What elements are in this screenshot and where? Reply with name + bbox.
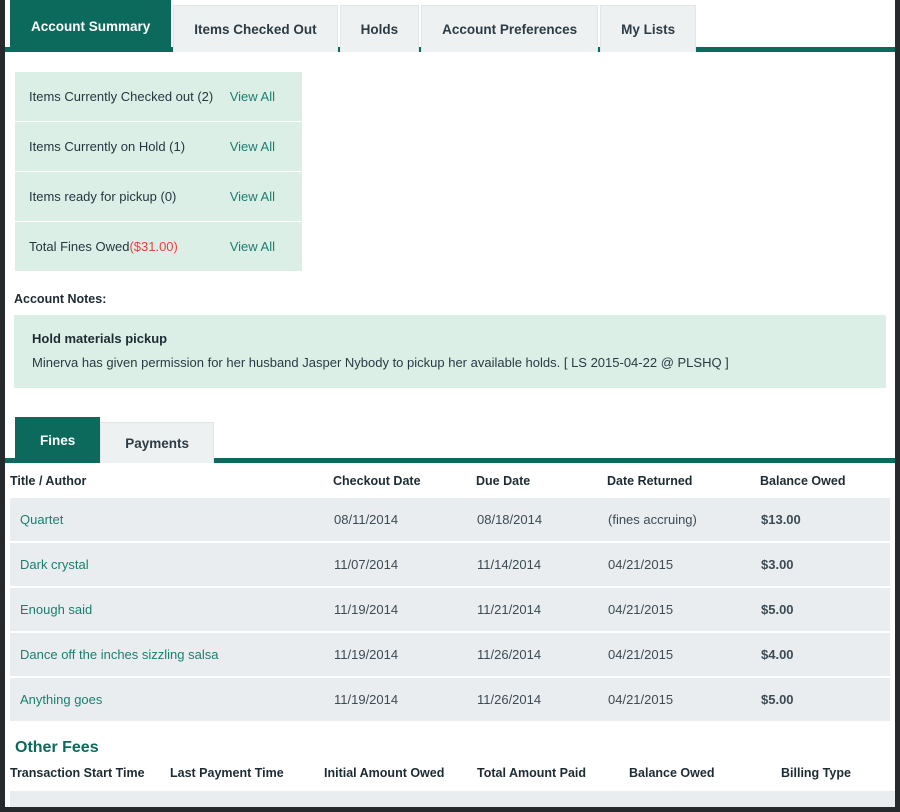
fine-checkout-date: 08/11/2014 xyxy=(333,498,476,543)
fee-balance-owed: $1.00 xyxy=(629,791,781,807)
fine-title-link[interactable]: Quartet xyxy=(20,512,63,527)
fine-due-date: 11/14/2014 xyxy=(476,542,607,588)
fines-header-date-returned: Date Returned xyxy=(607,463,760,498)
summary-row-on-hold: Items Currently on Hold (1) View All xyxy=(15,122,302,171)
fines-sub-tab-strip: Fines Payments xyxy=(5,417,895,463)
subtab-label: Fines xyxy=(40,433,76,448)
table-row: Anything goes 11/19/2014 11/26/2014 04/2… xyxy=(10,677,890,723)
account-summary-panel: Items Currently Checked out (2) View All… xyxy=(15,72,302,271)
subtab-payments[interactable]: Payments xyxy=(100,422,215,463)
fine-due-date: 11/26/2014 xyxy=(476,632,607,678)
fine-date-returned: 04/21/2015 xyxy=(607,587,760,633)
fee-initial-amount-owed: $1.00 xyxy=(324,791,477,807)
fine-title-link[interactable]: Dance off the inches sizzling salsa xyxy=(20,647,218,662)
fees-header-initial-amount-owed: Initial Amount Owed xyxy=(324,766,445,780)
view-all-fines-link[interactable]: View All xyxy=(230,239,275,254)
fines-table-header-row: Title / Author Checkout Date Due Date Da… xyxy=(10,463,890,498)
table-row: Dark crystal 11/07/2014 11/14/2014 04/21… xyxy=(10,542,890,588)
account-notes-box: Hold materials pickup Minerva has given … xyxy=(14,315,886,388)
fee-total-amount-paid: $0.00 xyxy=(477,791,629,807)
table-row: 04/24/2015 $1.00 $0.00 $1.00 Bookdrop Fe… xyxy=(10,791,895,807)
fee-billing-type: Bookdrop Fee xyxy=(781,791,895,807)
fee-last-payment-time xyxy=(170,791,324,807)
summary-row-ready-for-pickup: Items ready for pickup (0) View All xyxy=(15,172,302,221)
fines-header-due-date: Due Date xyxy=(476,463,607,498)
summary-label: Items Currently on Hold (1) xyxy=(29,139,186,154)
total-fines-amount: ($31.00) xyxy=(129,239,178,254)
table-row: Enough said 11/19/2014 11/21/2014 04/21/… xyxy=(10,587,890,633)
fine-date-returned: 04/21/2015 xyxy=(607,632,760,678)
fees-header-transaction-start-time: Transaction Start Time xyxy=(10,766,145,780)
summary-row-total-fines-owed: Total Fines Owed ($31.00) View All xyxy=(15,222,302,271)
tab-my-lists[interactable]: My Lists xyxy=(600,5,697,52)
fines-header-balance-owed: Balance Owed xyxy=(760,463,890,498)
other-fees-heading: Other Fees xyxy=(15,739,99,756)
fine-balance-owed: $13.00 xyxy=(760,498,890,543)
account-summary-page: Account Summary Items Checked Out Holds … xyxy=(0,0,900,812)
tab-holds[interactable]: Holds xyxy=(339,5,420,52)
fine-checkout-date: 11/19/2014 xyxy=(333,677,476,723)
fine-title-link[interactable]: Anything goes xyxy=(20,692,102,707)
main-tab-strip: Account Summary Items Checked Out Holds … xyxy=(5,0,895,52)
fine-date-returned: 04/21/2015 xyxy=(607,542,760,588)
fine-title-link[interactable]: Enough said xyxy=(20,602,92,617)
view-all-checked-out-link[interactable]: View All xyxy=(230,89,275,104)
tab-account-summary[interactable]: Account Summary xyxy=(10,0,172,52)
fine-due-date: 11/21/2014 xyxy=(476,587,607,633)
fine-date-returned: (fines accruing) xyxy=(607,498,760,543)
tab-label: My Lists xyxy=(621,21,676,37)
subtab-label: Payments xyxy=(125,435,190,451)
tab-label: Items Checked Out xyxy=(194,21,317,37)
other-fees-table: Transaction Start Time Last Payment Time… xyxy=(10,764,895,807)
fine-date-returned: 04/21/2015 xyxy=(607,677,760,723)
fine-checkout-date: 11/19/2014 xyxy=(333,587,476,633)
account-note-title: Hold materials pickup xyxy=(32,331,168,346)
fine-title-link[interactable]: Dark crystal xyxy=(20,557,89,572)
fine-balance-owed: $4.00 xyxy=(760,632,890,678)
fine-checkout-date: 11/19/2014 xyxy=(333,632,476,678)
view-all-on-hold-link[interactable]: View All xyxy=(230,139,275,154)
summary-label: Items ready for pickup (0) xyxy=(29,189,177,204)
fine-checkout-date: 11/07/2014 xyxy=(333,542,476,588)
summary-label: Total Fines Owed xyxy=(29,239,130,254)
fine-balance-owed: $5.00 xyxy=(760,677,890,723)
fees-header-billing-type: Billing Type xyxy=(781,766,851,780)
tab-account-preferences[interactable]: Account Preferences xyxy=(421,5,599,52)
view-all-ready-for-pickup-link[interactable]: View All xyxy=(230,189,275,204)
fines-header-checkout-date: Checkout Date xyxy=(333,463,476,498)
fine-balance-owed: $3.00 xyxy=(760,542,890,588)
account-notes-caption: Account Notes: xyxy=(14,292,107,306)
summary-label: Items Currently Checked out (2) xyxy=(29,89,214,104)
other-fees-header-row: Transaction Start Time Last Payment Time… xyxy=(10,764,895,791)
fines-header-title: Title / Author xyxy=(10,463,333,498)
tab-label: Account Summary xyxy=(31,19,151,34)
fee-transaction-start-time: 04/24/2015 xyxy=(10,791,170,807)
tab-label: Account Preferences xyxy=(442,21,578,37)
summary-row-checked-out: Items Currently Checked out (2) View All xyxy=(15,72,302,121)
table-row: Quartet 08/11/2014 08/18/2014 (fines acc… xyxy=(10,498,890,543)
table-row: Dance off the inches sizzling salsa 11/1… xyxy=(10,632,890,678)
fines-table: Title / Author Checkout Date Due Date Da… xyxy=(10,463,890,723)
tab-items-checked-out[interactable]: Items Checked Out xyxy=(173,5,338,52)
tab-label: Holds xyxy=(360,21,399,37)
fine-due-date: 11/26/2014 xyxy=(476,677,607,723)
fees-header-total-amount-paid: Total Amount Paid xyxy=(477,766,587,780)
fees-header-last-payment-time: Last Payment Time xyxy=(170,766,284,780)
fees-header-balance-owed: Balance Owed xyxy=(629,766,715,780)
fine-due-date: 08/18/2014 xyxy=(476,498,607,543)
subtab-fines[interactable]: Fines xyxy=(15,417,101,463)
fine-balance-owed: $5.00 xyxy=(760,587,890,633)
account-note-body: Minerva has given permission for her hus… xyxy=(32,355,729,370)
